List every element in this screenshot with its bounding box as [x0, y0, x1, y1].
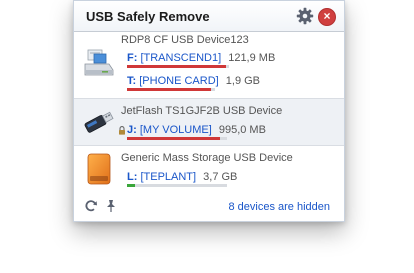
device-name: RDP8 CF USB Device123 — [121, 34, 249, 46]
device-name: JetFlash TS1GJF2B USB Device — [121, 105, 283, 117]
volume-size: 1,9 GB — [225, 75, 261, 87]
volume-t[interactable]: T: [PHONE CARD] 1,9 GB — [127, 75, 260, 87]
external-hdd-icon — [87, 153, 111, 185]
volume-usage-fill — [127, 184, 135, 187]
volume-letter: J: — [127, 124, 137, 136]
close-icon: × — [323, 9, 331, 23]
usb-safely-remove-window: USB Safely Remove × RDP8 CF USB Device12… — [73, 0, 345, 222]
title-bar: USB Safely Remove × — [74, 1, 344, 32]
device-name: Generic Mass Storage USB Device — [121, 152, 293, 164]
volume-usage-bar — [127, 65, 229, 68]
volume-usage-bar — [127, 88, 215, 91]
volume-size: 995,0 MB — [218, 124, 266, 136]
volume-size: 3,7 GB — [203, 171, 238, 183]
volume-usage-fill — [127, 88, 211, 91]
volume-label: [TEPLANT] — [140, 171, 197, 183]
volume-f[interactable]: F: [TRANSCEND1] 121,9 MB — [127, 52, 275, 64]
volume-label: [TRANSCEND1] — [140, 52, 222, 64]
volume-letter: L: — [127, 171, 138, 183]
pin-icon[interactable] — [104, 199, 118, 213]
volume-letter: F: — [127, 52, 138, 64]
device-group-flash-drive[interactable]: JetFlash TS1GJF2B USB Device J: [MY VOLU… — [74, 98, 344, 146]
device-group-external-hdd[interactable]: Generic Mass Storage USB Device L: [TEPL… — [74, 146, 344, 190]
close-button[interactable]: × — [318, 8, 336, 26]
volume-label: [PHONE CARD] — [139, 75, 219, 87]
window-title: USB Safely Remove — [86, 9, 210, 24]
card-reader-icon — [84, 49, 114, 76]
volume-usage-bar — [127, 184, 227, 187]
volume-usage-fill — [127, 137, 220, 140]
footer: 8 devices are hidden — [74, 191, 344, 221]
volume-l[interactable]: L: [TEPLANT] 3,7 GB — [127, 171, 237, 183]
volume-label: [MY VOLUME] — [139, 124, 212, 136]
gear-icon[interactable] — [296, 7, 314, 25]
volume-size: 121,9 MB — [228, 52, 276, 64]
volume-j[interactable]: J: [MY VOLUME] 995,0 MB — [127, 124, 266, 136]
device-group-card-reader[interactable]: RDP8 CF USB Device123 F: [TRANSCEND1] 12… — [74, 32, 344, 97]
lock-icon — [119, 126, 125, 135]
refresh-icon[interactable] — [84, 199, 98, 213]
hidden-devices-link[interactable]: 8 devices are hidden — [228, 201, 330, 213]
volume-usage-bar — [127, 137, 227, 140]
volume-letter: T: — [127, 75, 137, 87]
volume-usage-fill — [127, 65, 226, 68]
usb-flash-drive-icon — [84, 111, 114, 133]
